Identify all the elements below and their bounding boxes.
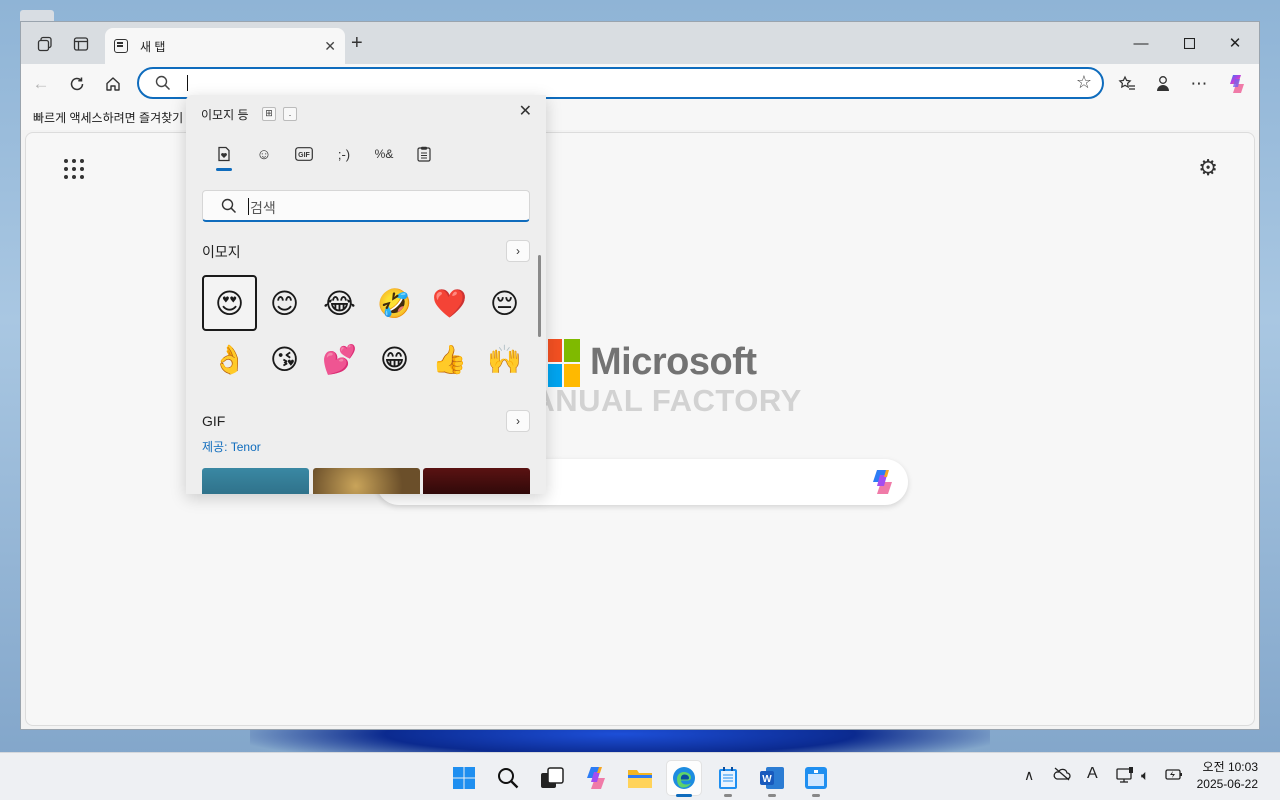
emoji-item[interactable]: 😁: [367, 331, 422, 387]
gif-credit[interactable]: 제공: Tenor: [202, 438, 261, 455]
watermark-text: MANUAL FACTORY: [506, 383, 802, 418]
period-key-hint: .: [283, 107, 297, 121]
show-hidden-icons-chevron-icon[interactable]: ∧: [1024, 767, 1034, 784]
app-launcher-icon[interactable]: [64, 159, 84, 179]
tab-clipboard-icon[interactable]: [410, 141, 438, 167]
new-tab-button[interactable]: +: [351, 33, 363, 53]
start-button[interactable]: [447, 761, 481, 795]
taskbar-app[interactable]: [799, 761, 833, 797]
svg-text:W: W: [762, 774, 772, 785]
profile-icon[interactable]: [1151, 72, 1175, 96]
clock-date: 2025-06-22: [1196, 777, 1258, 791]
copilot-icon[interactable]: [1225, 72, 1249, 96]
vertical-tabs-icon[interactable]: [69, 32, 93, 56]
emoji-item[interactable]: 👍: [422, 331, 477, 387]
svg-text:GIF: GIF: [298, 152, 310, 159]
emoji-search-placeholder: 검색: [250, 200, 276, 216]
tab-symbols-icon[interactable]: %&: [370, 141, 398, 167]
emoji-search-caret: [248, 198, 249, 215]
emoji-item[interactable]: 😂: [312, 275, 367, 331]
notepad-icon: [719, 767, 737, 789]
emoji-item[interactable]: 🤣: [367, 275, 422, 331]
emoji-grid: 😍 😊 😂 🤣 ❤️ 😔 👌 😘 💕 😁 👍 🙌: [202, 275, 532, 387]
home-button[interactable]: [101, 72, 125, 96]
task-view-icon: [541, 767, 564, 788]
gif-section-more-button[interactable]: ›: [506, 410, 530, 432]
emoji-search-input[interactable]: 검색: [202, 190, 530, 222]
word-icon: W: [760, 767, 784, 789]
title-bar: 새 탭 ✕ + — ✕: [21, 22, 1259, 64]
tab-favorites-icon[interactable]: [210, 141, 238, 171]
tab-smiley-icon[interactable]: ☺: [250, 141, 278, 167]
task-view-button[interactable]: [535, 761, 569, 795]
taskbar-file-explorer[interactable]: [623, 761, 657, 795]
emoji-item[interactable]: 😍: [202, 275, 257, 331]
tab-close-icon[interactable]: ✕: [324, 38, 336, 55]
search-icon: [498, 768, 519, 789]
emoji-panel-close-icon[interactable]: ✕: [519, 101, 532, 121]
windows-logo-icon: [453, 767, 475, 789]
edge-icon: [673, 767, 695, 789]
app-window-icon: [805, 767, 827, 789]
emoji-item[interactable]: ❤️: [422, 275, 477, 331]
battery-icon[interactable]: [1165, 767, 1183, 784]
gif-thumbnail[interactable]: [202, 468, 309, 494]
emoji-item[interactable]: 👌: [202, 331, 257, 387]
new-tab-favicon: [114, 39, 128, 53]
minimize-button[interactable]: —: [1129, 32, 1153, 54]
emoji-section-more-button[interactable]: ›: [506, 240, 530, 262]
clock-time: 오전 10:03: [1202, 760, 1258, 774]
emoji-panel-title: 이모지 등: [201, 108, 249, 122]
windows-key-hint: ⊞: [262, 107, 276, 121]
maximize-button[interactable]: [1177, 32, 1201, 54]
emoji-panel: 이모지 등 ⊞ . ✕ ☺ GIF ;-) %& 검색 이모지 › 😍 😊 😂 …: [186, 95, 546, 494]
taskbar-edge[interactable]: [667, 761, 701, 797]
page-settings-icon[interactable]: ⚙: [1198, 155, 1218, 181]
gif-thumbnail[interactable]: [313, 468, 420, 494]
volume-icon[interactable]: 🔈︎: [1141, 767, 1149, 784]
network-icon[interactable]: [1116, 767, 1134, 786]
favorites-bar-hint: 빠르게 액세스하려면 즐겨찾기: [33, 111, 184, 125]
taskbar-copilot[interactable]: [579, 761, 613, 795]
tab-gif-icon[interactable]: GIF: [290, 141, 318, 167]
microsoft-logo: [548, 339, 580, 387]
emoji-item[interactable]: 😔: [477, 275, 532, 331]
address-caret: [187, 75, 188, 91]
copilot-app-icon: [587, 767, 605, 789]
favorites-icon[interactable]: [1115, 72, 1139, 96]
refresh-button[interactable]: [65, 72, 89, 96]
system-clock[interactable]: 오전 10:03 2025-06-22: [1197, 759, 1258, 793]
tab-new-tab[interactable]: 새 탭 ✕: [105, 28, 345, 64]
emoji-item[interactable]: 😊: [257, 275, 312, 331]
microsoft-wordmark: Microsoft: [590, 341, 757, 383]
gif-section-title: GIF: [202, 413, 226, 429]
emoji-section-title: 이모지: [202, 244, 241, 260]
more-options-icon[interactable]: ⋯: [1187, 72, 1211, 96]
taskbar-search-button[interactable]: [491, 761, 525, 795]
emoji-panel-scrollbar[interactable]: [538, 255, 541, 337]
copilot-search-icon[interactable]: [868, 468, 898, 496]
workspaces-icon[interactable]: [33, 32, 57, 56]
onedrive-offline-icon[interactable]: [1053, 767, 1071, 784]
back-button[interactable]: ←: [29, 72, 53, 96]
gif-thumbnail[interactable]: [423, 468, 530, 494]
emoji-item[interactable]: 😘: [257, 331, 312, 387]
taskbar-notepad[interactable]: [711, 761, 745, 797]
emoji-item[interactable]: 🙌: [477, 331, 532, 387]
taskbar: W ∧ A 🔈︎ 오전 10:03 2025-06-22: [0, 752, 1280, 800]
tab-title: 새 탭: [140, 39, 166, 54]
taskbar-word[interactable]: W: [755, 761, 789, 797]
input-indicator[interactable]: A: [1087, 765, 1098, 783]
emoji-item[interactable]: 💕: [312, 331, 367, 387]
search-icon: [155, 75, 171, 91]
tab-kaomoji-icon[interactable]: ;-): [330, 141, 358, 167]
close-window-button[interactable]: ✕: [1223, 32, 1247, 54]
folder-icon: [628, 770, 652, 788]
favorite-star-icon[interactable]: ☆: [1076, 72, 1092, 93]
emoji-search-icon: [221, 198, 237, 214]
